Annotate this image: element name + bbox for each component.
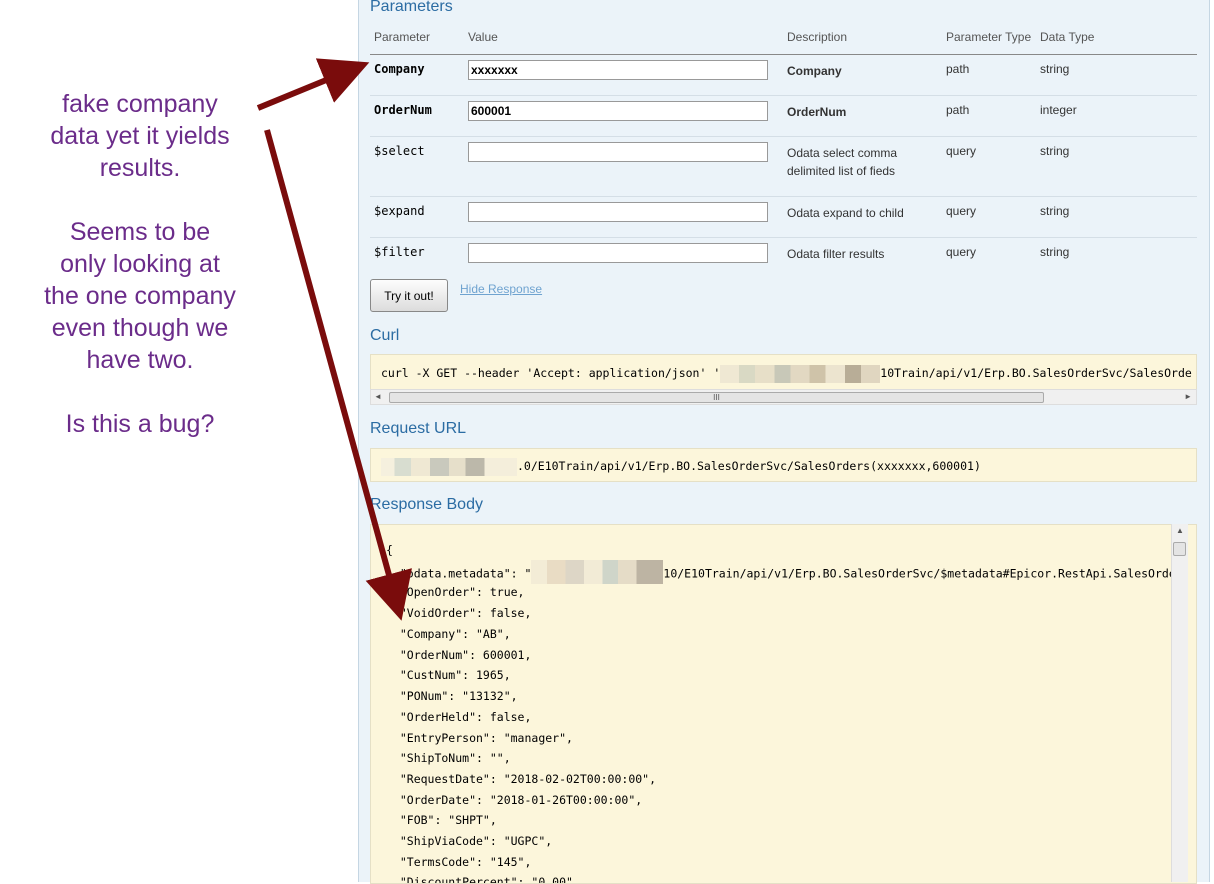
param-type: query bbox=[946, 245, 977, 259]
annotation-line: have two. bbox=[86, 346, 194, 374]
param-row-ordernum: OrderNum OrderNum path integer bbox=[370, 95, 1197, 137]
param-row-company: Company Company path string bbox=[370, 54, 1197, 96]
response-line: "RequestDate": "2018-02-02T00:00:00", bbox=[386, 772, 657, 786]
filter-input[interactable] bbox=[468, 243, 768, 263]
request-url-text: .0/E10Train/api/v1/Erp.BO.SalesOrderSvc/… bbox=[517, 459, 981, 473]
curl-horizontal-scrollbar[interactable]: ◄ III ► bbox=[370, 389, 1197, 405]
curl-command-prefix: curl -X GET --header 'Accept: applicatio… bbox=[381, 366, 721, 380]
request-url-title: Request URL bbox=[370, 420, 467, 437]
response-line: "Company": "AB", bbox=[386, 627, 511, 641]
scroll-up-icon[interactable]: ▲ bbox=[1176, 526, 1184, 535]
annotation-text: fake company data yet it yields results.… bbox=[20, 88, 260, 440]
response-line: "ShipToNum": "", bbox=[386, 751, 511, 765]
response-line: "DiscountPercent": "0.00", bbox=[386, 875, 580, 884]
param-name: $filter bbox=[374, 245, 425, 259]
param-name: OrderNum bbox=[370, 95, 464, 137]
param-row-expand: $expand Odata expand to child query stri… bbox=[370, 196, 1197, 238]
response-body-box: { "odata.metadata": " 10/E10Train/api/v1/… bbox=[370, 524, 1197, 884]
annotation-line: even though we bbox=[51, 314, 229, 342]
redacted-host bbox=[531, 560, 664, 584]
response-line: "OpenOrder": true, bbox=[386, 585, 525, 599]
response-metadata-url: 10/E10Train/api/v1/Erp.BO.SalesOrderSvc/… bbox=[663, 566, 1176, 581]
curl-command-suffix: 10Train/api/v1/Erp.BO.SalesOrderSvc/Sale… bbox=[880, 366, 1192, 380]
redacted-host bbox=[381, 457, 517, 476]
curl-title: Curl bbox=[370, 327, 400, 344]
response-line: "FOB": "SHPT", bbox=[386, 813, 497, 827]
param-description: Odata select comma delimited list of fie… bbox=[783, 136, 942, 197]
curl-box: curl -X GET --header 'Accept: applicatio… bbox=[370, 354, 1197, 390]
response-body-title: Response Body bbox=[370, 496, 483, 513]
annotation-line: data yet it yields bbox=[50, 122, 230, 150]
response-line: "ShipViaCode": "UGPC", bbox=[386, 834, 553, 848]
param-data-type: string bbox=[1036, 54, 1197, 96]
ordernum-input[interactable] bbox=[468, 101, 768, 121]
response-line: "VoidOrder": false, bbox=[386, 606, 532, 620]
response-key: "odata.metadata": " bbox=[386, 566, 532, 581]
annotation-line: only looking at bbox=[60, 250, 220, 278]
select-input[interactable] bbox=[468, 142, 768, 162]
response-line: "EntryPerson": "manager", bbox=[386, 731, 573, 745]
param-type: path bbox=[942, 54, 1036, 96]
response-line: "OrderNum": 600001, bbox=[386, 648, 532, 662]
param-description: Odata expand to child bbox=[783, 196, 942, 238]
parameters-title: Parameters bbox=[370, 0, 453, 15]
header-description: Description bbox=[783, 20, 942, 55]
param-row-select: $select Odata select comma delimited lis… bbox=[370, 136, 1197, 197]
scroll-right-icon[interactable]: ► bbox=[1184, 392, 1192, 401]
company-input[interactable] bbox=[468, 60, 768, 80]
redacted-host bbox=[720, 364, 881, 383]
header-data-type: Data Type bbox=[1036, 20, 1197, 55]
response-line: "OrderDate": "2018-01-26T00:00:00", bbox=[386, 793, 643, 807]
response-line: "OrderHeld": false, bbox=[386, 710, 532, 724]
response-vertical-scrollbar[interactable]: ▲ bbox=[1171, 524, 1188, 882]
scroll-thumb[interactable]: III bbox=[389, 392, 1044, 403]
parameters-header-row: Parameter Value Description Parameter Ty… bbox=[370, 20, 1197, 55]
header-value: Value bbox=[464, 20, 783, 55]
response-line: "odata.metadata": " 10/E10Train/api/v1/Er… bbox=[386, 560, 1176, 584]
param-type: query bbox=[942, 196, 1036, 238]
response-line: "TermsCode": "145", bbox=[386, 855, 532, 869]
annotation-line: Seems to be bbox=[69, 218, 211, 246]
operation-panel: Parameters Parameter Value Description P… bbox=[358, 0, 1210, 884]
param-description: Company bbox=[783, 54, 942, 96]
param-name: $expand bbox=[370, 196, 464, 238]
param-description: OrderNum bbox=[783, 95, 942, 137]
param-type: query bbox=[942, 136, 1036, 197]
param-name: $select bbox=[370, 136, 464, 197]
scroll-left-icon[interactable]: ◄ bbox=[374, 392, 382, 401]
response-line: { bbox=[386, 543, 393, 557]
param-row-filter: $filter Odata filter results query strin… bbox=[370, 238, 1197, 268]
header-parameter: Parameter bbox=[370, 20, 464, 55]
hide-response-link[interactable]: Hide Response bbox=[460, 282, 542, 296]
annotation-question: Is this a bug? bbox=[65, 410, 215, 438]
scroll-thumb[interactable] bbox=[1173, 542, 1186, 556]
annotation-line: results. bbox=[99, 154, 181, 182]
param-type: path bbox=[942, 95, 1036, 137]
expand-input[interactable] bbox=[468, 202, 768, 222]
annotation-line: the one company bbox=[44, 282, 236, 310]
param-name: Company bbox=[370, 54, 464, 96]
request-url-box: .0/E10Train/api/v1/Erp.BO.SalesOrderSvc/… bbox=[370, 448, 1197, 482]
response-line: "PONum": "13132", bbox=[386, 689, 518, 703]
annotation-line: fake company bbox=[62, 90, 218, 118]
arrow-to-company-field bbox=[256, 58, 370, 111]
param-data-type: string bbox=[1040, 245, 1070, 259]
response-line: "CustNum": 1965, bbox=[386, 668, 511, 682]
param-data-type: string bbox=[1036, 196, 1197, 238]
param-data-type: string bbox=[1036, 136, 1197, 197]
header-parameter-type: Parameter Type bbox=[942, 20, 1036, 55]
param-description: Odata filter results bbox=[787, 247, 885, 261]
parameters-table: Parameter Value Description Parameter Ty… bbox=[370, 20, 1197, 268]
param-data-type: integer bbox=[1036, 95, 1197, 137]
try-it-out-button[interactable]: Try it out! bbox=[370, 279, 448, 312]
